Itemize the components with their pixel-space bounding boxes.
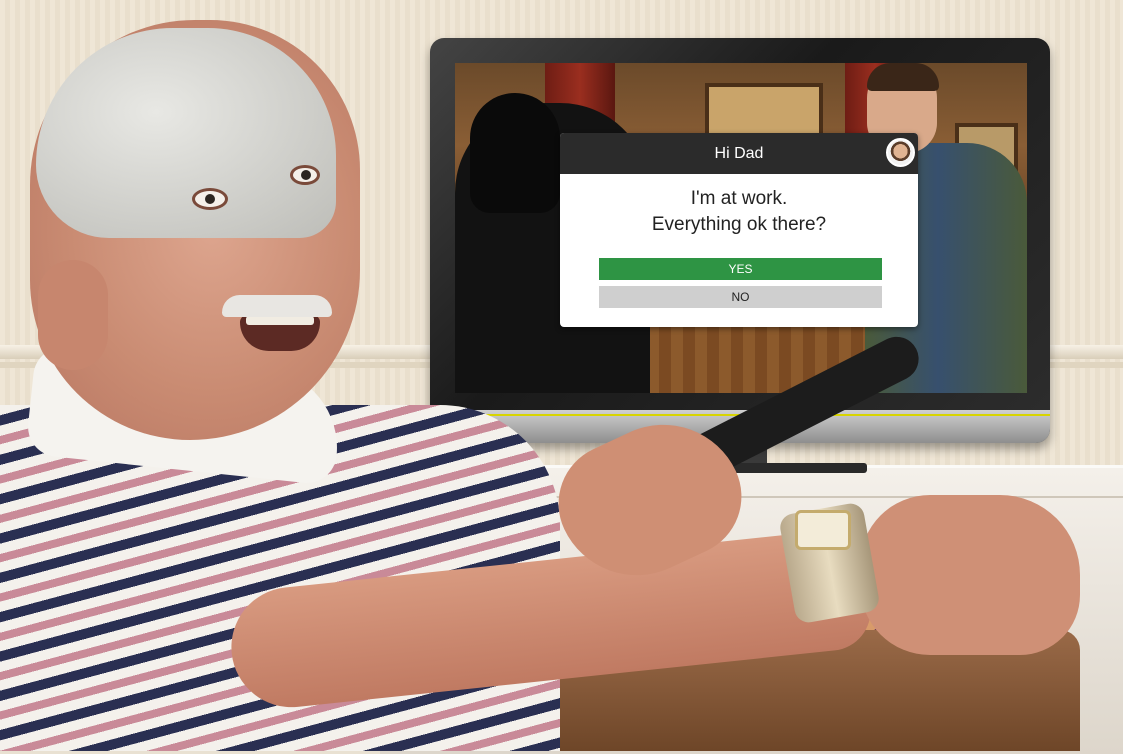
message-line-2: Everything ok there? — [651, 214, 827, 235]
notification-dialog: Hi Dad I'm at work. Everything ok there?… — [560, 133, 918, 327]
no-button[interactable]: NO — [599, 286, 882, 308]
scene-man-hair — [867, 63, 939, 91]
left-eye — [192, 188, 228, 210]
watch-face — [795, 510, 851, 550]
mustache — [222, 295, 332, 317]
right-eye — [290, 165, 320, 185]
ear — [38, 260, 108, 370]
teeth — [246, 316, 314, 325]
resting-hand — [860, 495, 1080, 655]
dialog-message: I'm at work. Everything ok there? — [560, 186, 918, 238]
message-line-1: I'm at work. — [690, 188, 788, 209]
scene-woman-hair — [470, 93, 560, 213]
avatar-icon — [886, 138, 915, 167]
yes-button[interactable]: YES — [599, 258, 882, 280]
dialog-title: Hi Dad — [714, 145, 764, 162]
man-head — [30, 20, 360, 440]
